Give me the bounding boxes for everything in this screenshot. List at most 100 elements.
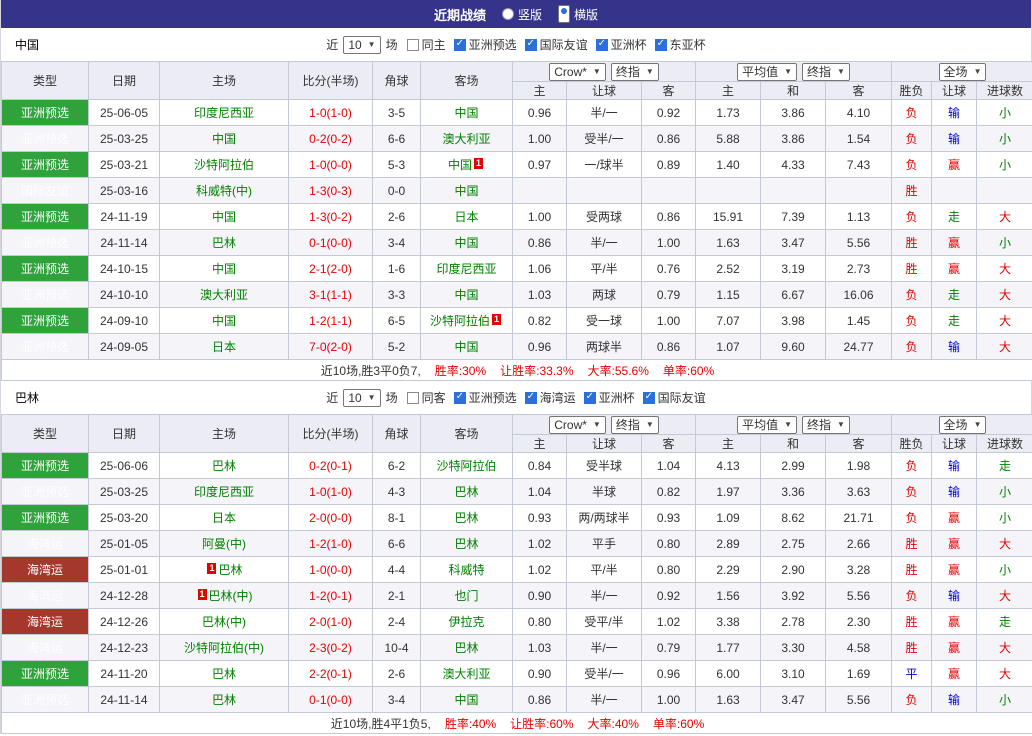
- odds-mode-select[interactable]: 终指 ▼: [610, 415, 659, 434]
- checkbox-icon[interactable]: [642, 391, 655, 404]
- filter-checkbox[interactable]: 同客: [406, 389, 446, 406]
- away-team[interactable]: 巴林: [420, 478, 513, 505]
- match-score[interactable]: 2-0(1-0): [288, 608, 373, 635]
- away-team[interactable]: 巴林: [420, 530, 513, 557]
- away-team[interactable]: 中国: [420, 333, 513, 360]
- home-team[interactable]: 1 巴林(中): [159, 582, 289, 609]
- average-select[interactable]: 平均值 ▼: [737, 415, 797, 434]
- match-score[interactable]: 1-0(0-0): [288, 556, 373, 583]
- scope-select[interactable]: 全场 ▼: [938, 62, 987, 81]
- match-score[interactable]: 0-1(0-0): [288, 686, 373, 713]
- filter-checkbox[interactable]: 亚洲预选: [453, 389, 517, 406]
- away-team[interactable]: 科威特: [420, 556, 513, 583]
- away-team[interactable]: 沙特阿拉伯 1: [420, 307, 513, 334]
- match-score[interactable]: 1-2(0-1): [288, 582, 373, 609]
- filter-checkbox[interactable]: 亚洲预选: [453, 36, 517, 53]
- away-team[interactable]: 中国: [420, 177, 513, 204]
- scope-select[interactable]: 全场 ▼: [938, 415, 987, 434]
- away-team[interactable]: 伊拉克: [420, 608, 513, 635]
- radio-icon[interactable]: [501, 8, 514, 20]
- match-score[interactable]: 1-0(0-0): [288, 151, 373, 178]
- away-team[interactable]: 中国 1: [420, 151, 513, 178]
- layout-radio-vertical[interactable]: 竖版: [501, 6, 542, 23]
- away-team[interactable]: 中国: [420, 281, 513, 308]
- home-team[interactable]: 巴林: [159, 686, 289, 713]
- layout-radio-horizontal[interactable]: 横版: [558, 5, 598, 23]
- radio-icon[interactable]: [558, 5, 570, 23]
- match-score[interactable]: 2-0(0-0): [288, 504, 373, 531]
- filter-checkbox[interactable]: 东亚杯: [654, 36, 706, 53]
- match-score[interactable]: 2-2(0-1): [288, 660, 373, 687]
- home-team[interactable]: 印度尼西亚: [159, 99, 289, 126]
- home-team[interactable]: 澳大利亚: [159, 281, 289, 308]
- home-team[interactable]: 中国: [159, 203, 289, 230]
- match-score[interactable]: 7-0(2-0): [288, 333, 373, 360]
- checkbox-icon[interactable]: [406, 391, 419, 404]
- home-team[interactable]: 阿曼(中): [159, 530, 289, 557]
- match-score[interactable]: 2-1(2-0): [288, 255, 373, 282]
- home-team[interactable]: 日本: [159, 504, 289, 531]
- match-score[interactable]: 3-1(1-1): [288, 281, 373, 308]
- away-team[interactable]: 中国: [420, 229, 513, 256]
- home-team[interactable]: 1 巴林: [159, 556, 289, 583]
- match-count-select[interactable]: 10 ▼: [343, 388, 381, 407]
- match-score[interactable]: 0-1(0-0): [288, 229, 373, 256]
- away-team[interactable]: 也门: [420, 582, 513, 609]
- filter-checkbox[interactable]: 国际友谊: [524, 36, 588, 53]
- bookmaker-select[interactable]: Crow* ▼: [549, 415, 606, 434]
- average-mode-select[interactable]: 终指 ▼: [802, 415, 850, 434]
- match-score[interactable]: 2-3(0-2): [288, 634, 373, 661]
- checkbox-icon[interactable]: [524, 38, 537, 51]
- away-team[interactable]: 澳大利亚: [420, 125, 513, 152]
- average-mode-select[interactable]: 终指 ▼: [802, 62, 850, 81]
- home-team[interactable]: 中国: [159, 255, 289, 282]
- match-score[interactable]: 1-3(0-2): [288, 203, 373, 230]
- away-team[interactable]: 巴林: [420, 504, 513, 531]
- match-score[interactable]: 0-2(0-1): [288, 452, 373, 479]
- filter-checkbox[interactable]: 国际友谊: [642, 389, 706, 406]
- match-score[interactable]: 1-2(1-0): [288, 530, 373, 557]
- odds-away: 1.00: [641, 686, 696, 713]
- home-team[interactable]: 科威特(中): [159, 177, 289, 204]
- match-score[interactable]: 0-2(0-2): [288, 125, 373, 152]
- home-team[interactable]: 中国: [159, 125, 289, 152]
- home-team[interactable]: 巴林: [159, 660, 289, 687]
- home-team[interactable]: 巴林: [159, 229, 289, 256]
- filter-checkbox[interactable]: 亚洲杯: [595, 36, 647, 53]
- home-team[interactable]: 中国: [159, 307, 289, 334]
- match-score[interactable]: 1-3(0-3): [288, 177, 373, 204]
- away-team[interactable]: 沙特阿拉伯: [420, 452, 513, 479]
- away-team[interactable]: 中国: [420, 686, 513, 713]
- scope-value: 全场: [943, 65, 968, 79]
- filter-checkbox[interactable]: 海湾运: [524, 389, 576, 406]
- home-team[interactable]: 印度尼西亚: [159, 478, 289, 505]
- odds-mode-select[interactable]: 终指 ▼: [610, 62, 659, 81]
- filter-checkbox[interactable]: 亚洲杯: [583, 389, 635, 406]
- odds-away: 0.80: [641, 556, 696, 583]
- checkbox-icon[interactable]: [583, 391, 596, 404]
- away-team[interactable]: 中国: [420, 99, 513, 126]
- home-team[interactable]: 巴林: [159, 452, 289, 479]
- home-team[interactable]: 日本: [159, 333, 289, 360]
- average-select[interactable]: 平均值 ▼: [737, 62, 797, 81]
- match-score[interactable]: 1-0(1-0): [288, 478, 373, 505]
- home-team[interactable]: 沙特阿拉伯(中): [159, 634, 289, 661]
- match-score[interactable]: 1-0(1-0): [288, 99, 373, 126]
- checkbox-icon[interactable]: [654, 38, 667, 51]
- checkbox-icon[interactable]: [453, 391, 466, 404]
- home-team[interactable]: 沙特阿拉伯: [159, 151, 289, 178]
- away-team[interactable]: 澳大利亚: [420, 660, 513, 687]
- away-team[interactable]: 印度尼西亚: [420, 255, 513, 282]
- away-team[interactable]: 巴林: [420, 634, 513, 661]
- home-team[interactable]: 巴林(中): [159, 608, 289, 635]
- match-count-select[interactable]: 10 ▼: [343, 35, 381, 54]
- away-team[interactable]: 日本: [420, 203, 513, 230]
- checkbox-icon[interactable]: [406, 38, 419, 51]
- result-handicap: 输: [931, 582, 978, 609]
- bookmaker-select[interactable]: Crow* ▼: [549, 62, 606, 81]
- checkbox-icon[interactable]: [524, 391, 537, 404]
- checkbox-icon[interactable]: [453, 38, 466, 51]
- filter-checkbox[interactable]: 同主: [406, 36, 446, 53]
- checkbox-icon[interactable]: [595, 38, 608, 51]
- match-score[interactable]: 1-2(1-1): [288, 307, 373, 334]
